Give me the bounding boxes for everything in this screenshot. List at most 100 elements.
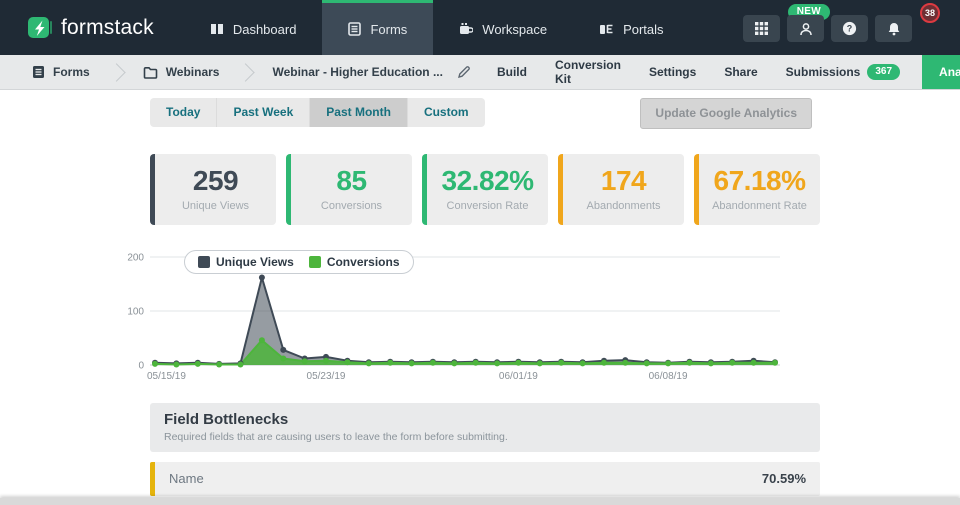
tab-submissions[interactable]: Submissions 367 xyxy=(772,55,914,89)
stat-label: Conversions xyxy=(320,200,383,212)
chart-legend: Unique Views Conversions xyxy=(184,250,414,274)
page-bottom-edge xyxy=(0,498,960,505)
apps-grid-button[interactable] xyxy=(743,15,780,42)
field-bottlenecks-section: Field Bottlenecks Required fields that a… xyxy=(150,403,820,505)
formstack-logo-icon xyxy=(28,16,52,40)
stat-label: Abandonments xyxy=(586,200,661,212)
legend-label: Conversions xyxy=(326,255,400,269)
filter-past-week[interactable]: Past Week xyxy=(217,98,311,127)
nav-item-forms[interactable]: Forms xyxy=(322,0,434,55)
dashboard-icon xyxy=(210,24,223,34)
section-title: Field Bottlenecks xyxy=(164,411,289,428)
stat-card-unique-views: 259 Unique Views xyxy=(150,154,276,225)
tab-analytics[interactable]: Analytics xyxy=(922,55,960,89)
breadcrumb-current-form[interactable]: Webinar - Higher Education ... xyxy=(260,65,482,79)
stat-value: 259 xyxy=(192,165,239,196)
brand-name: formstack xyxy=(61,15,154,39)
edit-form-name-button[interactable] xyxy=(457,65,471,79)
help-button[interactable]: ? xyxy=(831,15,868,42)
stat-card-conversions: 85 Conversions xyxy=(286,154,412,225)
document-icon xyxy=(33,66,44,78)
nav-item-portals[interactable]: Portals xyxy=(573,0,689,55)
svg-text:05/15/19: 05/15/19 xyxy=(147,371,186,382)
stat-label: Conversion Rate xyxy=(446,200,529,212)
bell-icon xyxy=(888,22,899,35)
form-title: Webinar - Higher Education ... xyxy=(272,65,443,79)
account-button[interactable] xyxy=(787,15,824,42)
nav-item-label: Portals xyxy=(623,21,664,37)
nav-item-label: Forms xyxy=(370,21,408,37)
breadcrumb-label: Forms xyxy=(53,65,90,79)
breadcrumb-chevron-icon xyxy=(106,62,126,82)
person-icon xyxy=(799,22,812,35)
svg-text:06/01/19: 06/01/19 xyxy=(499,371,538,382)
form-navigation-bar: Forms Webinars Webinar - Higher Educatio… xyxy=(0,55,960,90)
tab-build[interactable]: Build xyxy=(483,55,541,89)
header-icon-buttons: ? xyxy=(743,15,912,42)
nav-item-workspace[interactable]: Workspace xyxy=(433,0,573,55)
date-filter-row: Today Past Week Past Month Custom Update… xyxy=(150,98,960,129)
tab-label: Analytics xyxy=(939,65,960,79)
breadcrumb-webinars[interactable]: Webinars xyxy=(131,65,232,79)
stat-card-abandonment-rate: 67.18% Abandonment Rate xyxy=(694,154,820,225)
tab-conversion-kit[interactable]: Conversion Kit xyxy=(541,55,635,89)
svg-text:06/08/19: 06/08/19 xyxy=(649,371,688,382)
stats-row: 259 Unique Views 85 Conversions 32.82% C… xyxy=(150,154,820,225)
stat-label: Abandonment Rate xyxy=(712,200,807,212)
top-navigation: formstack Dashboard Forms Workspace Port… xyxy=(0,0,960,55)
question-icon: ? xyxy=(842,21,857,36)
tab-share[interactable]: Share xyxy=(710,55,771,89)
tab-settings[interactable]: Settings xyxy=(635,55,710,89)
submissions-count-badge: 367 xyxy=(867,64,901,80)
breadcrumb-forms[interactable]: Forms xyxy=(20,65,102,79)
svg-text:100: 100 xyxy=(127,307,144,318)
folder-icon xyxy=(143,66,157,79)
stat-card-conversion-rate: 32.82% Conversion Rate xyxy=(422,154,548,225)
stat-card-abandonments: 174 Abandonments xyxy=(558,154,684,225)
field-percentage: 70.59% xyxy=(761,471,806,486)
notification-count-badge: 38 xyxy=(920,3,940,23)
apps-grid-icon xyxy=(755,22,768,35)
field-bottlenecks-header: Field Bottlenecks Required fields that a… xyxy=(150,403,820,452)
stat-value: 174 xyxy=(600,165,647,196)
date-range-segmented-control: Today Past Week Past Month Custom xyxy=(150,98,485,127)
legend-label: Unique Views xyxy=(216,255,294,269)
filter-custom[interactable]: Custom xyxy=(408,98,485,127)
stat-value: 67.18% xyxy=(713,165,806,196)
update-google-analytics-button[interactable]: Update Google Analytics xyxy=(640,98,812,129)
filter-past-month[interactable]: Past Month xyxy=(310,98,408,127)
workspace-icon xyxy=(460,23,474,34)
tab-label: Share xyxy=(724,65,758,79)
section-subtitle: Required fields that are causing users t… xyxy=(164,431,508,443)
stat-value: 32.82% xyxy=(441,165,534,196)
nav-item-label: Workspace xyxy=(482,21,548,37)
formstack-logo[interactable]: formstack xyxy=(0,0,184,55)
field-label: Name xyxy=(169,471,204,486)
svg-text:05/23/19: 05/23/19 xyxy=(307,371,346,382)
breadcrumb-chevron-icon xyxy=(236,62,256,82)
traffic-chart: Unique Views Conversions 200 100 0 05/15/19… xyxy=(112,249,792,389)
form-tabs: Build Conversion Kit Settings Share Subm… xyxy=(483,55,960,89)
tab-label: Submissions xyxy=(785,65,861,79)
portals-icon xyxy=(600,24,613,34)
legend-unique-views: Unique Views xyxy=(198,255,294,269)
stat-label: Unique Views xyxy=(181,200,250,212)
nav-item-dashboard[interactable]: Dashboard xyxy=(184,0,323,55)
tab-label: Build xyxy=(496,65,527,79)
nav-item-label: Dashboard xyxy=(232,21,297,37)
legend-conversions: Conversions xyxy=(308,255,400,269)
stat-value: 85 xyxy=(336,165,367,196)
conversions-swatch xyxy=(308,256,321,268)
pencil-icon xyxy=(457,66,470,78)
svg-text:200: 200 xyxy=(127,253,144,264)
filter-today[interactable]: Today xyxy=(150,98,218,127)
tab-label: Settings xyxy=(648,65,697,79)
breadcrumb-label: Webinars xyxy=(165,65,220,79)
svg-text:?: ? xyxy=(847,24,853,34)
notifications-button[interactable] xyxy=(875,15,912,42)
svg-text:0: 0 xyxy=(138,361,144,372)
forms-icon xyxy=(348,22,362,36)
tab-label: Conversion Kit xyxy=(554,58,621,86)
unique-views-swatch xyxy=(198,256,210,268)
bottleneck-row-name: Name 70.59% xyxy=(150,462,820,496)
